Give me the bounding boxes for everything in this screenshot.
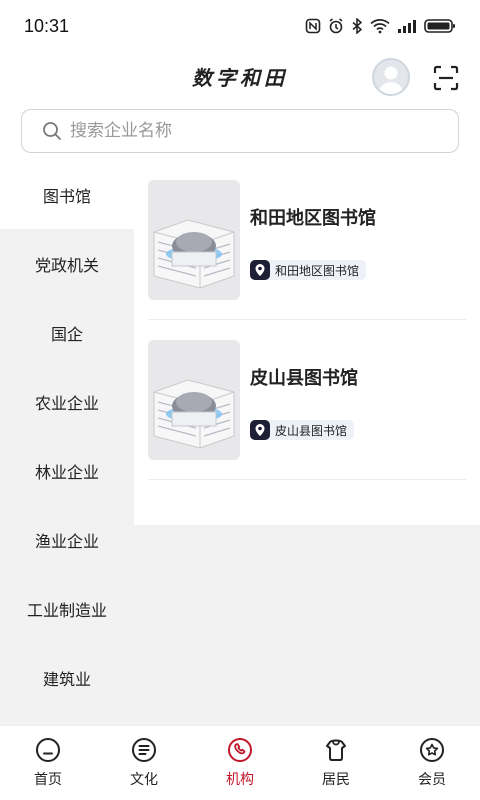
alarm-icon [329,18,343,34]
location-tag: 皮山县图书馆 [250,420,355,440]
tab-label: 居民 [322,772,350,788]
search-input[interactable] [70,121,430,141]
member-icon [420,738,444,762]
tab-label: 首页 [34,772,62,788]
bottom-tab-bar: 首页 文化 机构 居民 会员 [0,725,480,800]
culture-icon [132,738,156,762]
card-title: 和田地区图书馆 [250,208,376,229]
user-avatar-icon [378,66,404,94]
bluetooth-icon [352,18,363,34]
sidebar-item-construction[interactable]: 建筑业 [0,643,134,712]
library-building-image [148,180,240,300]
status-icons [305,18,456,34]
sidebar-item-party-government[interactable]: 党政机关 [0,229,134,298]
tab-resident[interactable]: 居民 [288,726,384,800]
location-pin-icon [250,420,270,440]
wifi-icon [370,19,390,34]
category-sidebar: 图书馆 党政机关 国企 农业企业 林业企业 渔业企业 工业制造业 建筑业 [0,160,134,725]
signal-icon [398,20,416,33]
sidebar-item-library[interactable]: 图书馆 [0,160,134,229]
scan-icon[interactable] [432,64,460,92]
location-pin-icon [250,260,270,280]
search-icon [43,122,61,140]
sidebar-item-state-owned[interactable]: 国企 [0,298,134,367]
search-bar-container [0,104,480,160]
home-icon [36,738,60,762]
organization-card[interactable]: 和田地区图书馆 和田地区图书馆 [148,160,466,320]
avatar[interactable] [372,58,410,96]
tab-label: 文化 [130,772,158,788]
location-tag-label: 皮山县图书馆 [275,423,348,438]
location-tag-label: 和田地区图书馆 [275,263,360,278]
tab-member[interactable]: 会员 [384,726,480,800]
tab-label: 会员 [418,772,446,788]
sidebar-item-manufacturing[interactable]: 工业制造业 [0,574,134,643]
search-box[interactable] [21,109,459,153]
status-time: 10:31 [24,15,70,36]
sidebar-item-fishery[interactable]: 渔业企业 [0,505,134,574]
organization-card[interactable]: 皮山县图书馆 皮山县图书馆 [148,320,466,480]
header: 数字和田 [0,52,480,104]
card-title: 皮山县图书馆 [250,368,358,389]
resident-icon [326,739,346,761]
tab-home[interactable]: 首页 [0,726,96,800]
sidebar-item-forestry[interactable]: 林业企业 [0,436,134,505]
organization-list: 和田地区图书馆 和田地区图书馆 皮山县图书馆 皮山县图书馆 [134,160,480,525]
status-bar: 10:31 [0,0,480,52]
nfc-icon [305,18,321,34]
institution-icon [228,738,252,762]
building-thumbnail [148,180,240,300]
tab-label: 机构 [226,772,254,788]
tab-institution[interactable]: 机构 [192,726,288,800]
library-building-image [148,340,240,460]
battery-icon [424,19,455,33]
sidebar-item-agriculture[interactable]: 农业企业 [0,367,134,436]
tab-culture[interactable]: 文化 [96,726,192,800]
location-tag: 和田地区图书馆 [250,260,367,280]
building-thumbnail [148,340,240,460]
